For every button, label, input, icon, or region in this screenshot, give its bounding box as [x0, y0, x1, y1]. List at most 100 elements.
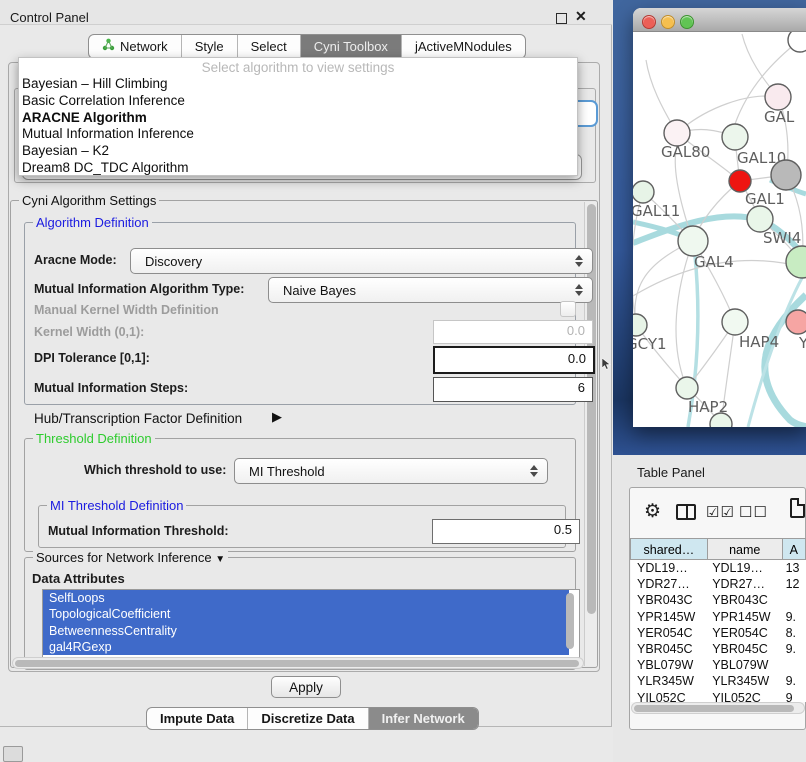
table-column-header[interactable]: A: [782, 538, 806, 560]
data-attribute-item[interactable]: TopologicalCoefficient: [43, 606, 569, 622]
kernel-width-label: Kernel Width (0,1):: [34, 325, 144, 339]
network-node[interactable]: [771, 160, 801, 190]
checked-boxes-icon[interactable]: ☑☑: [706, 503, 735, 521]
aracne-mode-combo[interactable]: Discovery: [130, 248, 593, 274]
gear-icon[interactable]: ⚙: [644, 500, 661, 523]
algorithm-option[interactable]: ARACNE Algorithm: [19, 110, 577, 127]
table-column-header[interactable]: name: [707, 538, 783, 560]
close-icon[interactable]: ✕: [575, 8, 587, 25]
attributes-scrollbar-thumb[interactable]: [566, 593, 574, 649]
table-hscrollbar-thumb[interactable]: [634, 705, 794, 712]
table-row[interactable]: YPR145WYPR145W9.: [631, 609, 806, 625]
table-cell: 8.: [780, 625, 806, 641]
hub-expander-label[interactable]: Hub/Transcription Factor Definition: [34, 411, 242, 426]
network-node[interactable]: [788, 32, 806, 52]
tab-label: Style: [195, 34, 224, 59]
apply-button[interactable]: Apply: [271, 676, 341, 698]
algorithm-dropdown-popup: Select algorithm to view settings Bayesi…: [18, 57, 578, 176]
tab-style[interactable]: Style: [181, 35, 237, 58]
table-row[interactable]: YBR043CYBR043C: [631, 592, 806, 608]
network-node[interactable]: [786, 246, 806, 278]
table-cell: YDR27…: [631, 576, 706, 592]
table-panel-title: Table Panel: [637, 465, 705, 480]
which-threshold-combo[interactable]: MI Threshold: [234, 458, 548, 484]
manual-kernel-checkbox[interactable]: [560, 301, 576, 317]
table-cell: YBR043C: [706, 592, 779, 608]
algorithm-option[interactable]: Dream8 DC_TDC Algorithm: [19, 160, 577, 177]
network-window-titlebar[interactable]: [633, 8, 806, 32]
combo-stepper-icon: [530, 465, 538, 477]
table-row[interactable]: YIL052CYIL052C9: [631, 690, 806, 703]
aracne-mode-label: Aracne Mode:: [34, 253, 117, 267]
network-node-gal1[interactable]: [729, 170, 751, 192]
cyni-settings-title: Cyni Algorithm Settings: [19, 193, 159, 208]
table-row[interactable]: YER054CYER054C8.: [631, 625, 806, 641]
table-cell: YBL079W: [706, 657, 779, 673]
settings-hscrollbar-thumb[interactable]: [15, 660, 579, 667]
bottom-tab-impute-data[interactable]: Impute Data: [147, 708, 247, 729]
mi-threshold-label: Mutual Information Threshold:: [48, 524, 229, 538]
mi-threshold-input[interactable]: 0.5: [432, 519, 580, 544]
data-attribute-item[interactable]: SelfLoops: [43, 590, 569, 606]
zoom-traffic-light-icon[interactable]: [680, 15, 694, 29]
settings-horizontal-scrollbar[interactable]: [12, 657, 584, 669]
float-window-icon[interactable]: [556, 13, 567, 24]
columns-icon[interactable]: [676, 504, 696, 520]
network-node-label: GCY1: [633, 335, 667, 353]
table-cell: YIL052C: [706, 690, 779, 703]
minimize-traffic-light-icon[interactable]: [661, 15, 675, 29]
algorithm-option[interactable]: Basic Correlation Inference: [19, 93, 577, 110]
table-cell: [780, 657, 806, 673]
expander-down-icon[interactable]: ▼: [215, 554, 225, 565]
algorithm-option[interactable]: Mutual Information Inference: [19, 126, 577, 143]
table-column-header[interactable]: shared…: [630, 538, 708, 560]
table-cell: YPR145W: [631, 609, 706, 625]
close-traffic-light-icon[interactable]: [642, 15, 656, 29]
algorithm-option[interactable]: Bayesian – Hill Climbing: [19, 76, 577, 93]
tab-select[interactable]: Select: [237, 35, 300, 58]
table-row[interactable]: YDL19…YDL19…13: [631, 560, 806, 576]
network-node-gal11[interactable]: [633, 181, 654, 203]
combo-stepper-icon: [575, 255, 583, 267]
network-icon: [102, 34, 115, 59]
table-row[interactable]: YLR345WYLR345W9.: [631, 673, 806, 689]
data-attribute-item[interactable]: gal4RGexp: [43, 639, 569, 655]
table-cell: YDL19…: [631, 560, 706, 576]
table-row[interactable]: YBR045CYBR045C9.: [631, 641, 806, 657]
unchecked-boxes-icon[interactable]: ☐☐: [739, 503, 768, 521]
bottom-tab-discretize-data[interactable]: Discretize Data: [247, 708, 367, 729]
data-attributes-list[interactable]: SelfLoopsTopologicalCoefficientBetweenne…: [42, 589, 580, 658]
network-canvas[interactable]: GALGAL80GAL10GAL1GAL11SWI4GAL4GCY1HAP4YH…: [633, 32, 806, 427]
table-row[interactable]: YDR27…YDR27…12: [631, 576, 806, 592]
network-node-y[interactable]: [786, 310, 806, 334]
table-horizontal-scrollbar[interactable]: [631, 702, 805, 714]
tab-network[interactable]: Network: [89, 35, 181, 58]
panel-grip-button[interactable]: [3, 746, 23, 762]
table-cell: 13: [780, 560, 806, 576]
page-icon[interactable]: [790, 498, 805, 518]
mouse-cursor: [602, 358, 611, 370]
data-attribute-item[interactable]: BetweennessCentrality: [43, 623, 569, 639]
algorithm-option[interactable]: Bayesian – K2: [19, 143, 577, 160]
kernel-width-input[interactable]: 0.0: [433, 320, 593, 344]
mi-type-combo[interactable]: Naive Bayes: [268, 277, 593, 303]
network-node-gal10[interactable]: [722, 124, 748, 150]
network-node-label: SWI4: [763, 229, 801, 247]
network-node-gcy1[interactable]: [633, 314, 647, 336]
table-cell: YLR345W: [706, 673, 779, 689]
network-node-gal[interactable]: [765, 84, 791, 110]
tab-jactivemnodules[interactable]: jActiveMNodules: [401, 35, 525, 58]
network-node-hap2[interactable]: [676, 377, 698, 399]
bottom-tab-infer-network[interactable]: Infer Network: [368, 708, 478, 729]
network-node-gal4[interactable]: [678, 226, 708, 256]
mi-steps-input[interactable]: 6: [433, 377, 593, 402]
cyni-bottom-tabbar: Impute DataDiscretize DataInfer Network: [146, 707, 479, 730]
network-node-hap4[interactable]: [722, 309, 748, 335]
table-cell: YDR27…: [706, 576, 779, 592]
mi-steps-label: Mutual Information Steps:: [34, 381, 188, 395]
tab-cyni-toolbox[interactable]: Cyni Toolbox: [300, 35, 401, 58]
dpi-tolerance-input[interactable]: 0.0: [433, 346, 595, 374]
expander-right-icon[interactable]: ▶: [272, 409, 282, 425]
network-node-label: GAL80: [661, 143, 710, 161]
table-row[interactable]: YBL079WYBL079W: [631, 657, 806, 673]
